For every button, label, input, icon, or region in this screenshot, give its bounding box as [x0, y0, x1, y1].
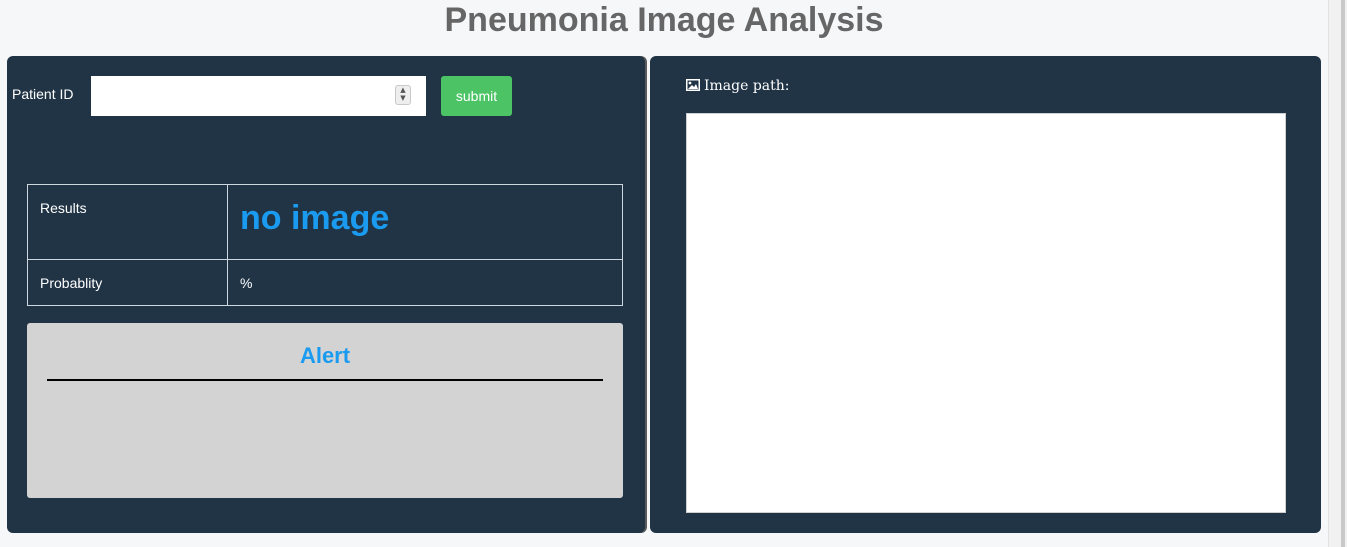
- page-title: Pneumonia Image Analysis: [444, 1, 884, 39]
- results-table: Results no image Probablity %: [27, 184, 623, 306]
- image-display-area: [686, 113, 1286, 513]
- image-icon: [686, 79, 700, 91]
- table-row: Probablity %: [27, 259, 623, 306]
- image-path-label: Image path:: [704, 78, 790, 94]
- page-scrollbar[interactable]: [1328, 0, 1347, 547]
- table-row: Results no image: [27, 184, 623, 260]
- submit-button[interactable]: submit: [441, 76, 512, 116]
- input-results-panel: Patient ID ▲ ▼ submit Results no image P…: [7, 56, 645, 533]
- chevron-down-icon[interactable]: ▼: [396, 94, 410, 102]
- scrollbar-thumb[interactable]: [1341, 0, 1345, 547]
- patient-id-input[interactable]: ▲ ▼: [91, 76, 426, 116]
- image-path-label-row: Image path:: [686, 78, 790, 94]
- alert-box: Alert: [27, 323, 623, 498]
- results-label: Results: [27, 184, 228, 260]
- probability-label: Probablity: [27, 259, 228, 306]
- number-spinner[interactable]: ▲ ▼: [395, 85, 411, 105]
- chevron-up-icon[interactable]: ▲: [396, 86, 410, 94]
- results-value: no image: [227, 184, 623, 260]
- probability-value: %: [227, 259, 623, 306]
- alert-title: Alert: [299, 343, 351, 368]
- patient-id-label: Patient ID: [12, 86, 74, 102]
- image-panel: Image path:: [650, 56, 1321, 533]
- alert-divider: [47, 379, 603, 381]
